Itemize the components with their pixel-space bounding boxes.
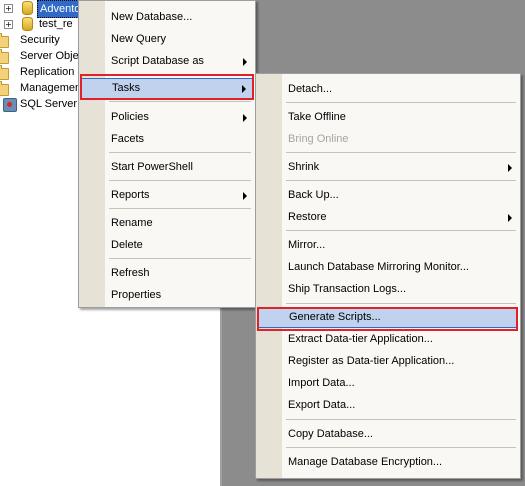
menu-separator bbox=[286, 180, 516, 181]
expand-icon[interactable]: + bbox=[4, 4, 13, 13]
menu-item-refresh[interactable]: Refresh bbox=[81, 263, 253, 284]
menu-item-label: New Query bbox=[111, 33, 167, 45]
menu-item-label: Policies bbox=[111, 111, 149, 123]
folder-icon bbox=[0, 33, 9, 48]
menu-separator bbox=[109, 152, 251, 153]
menu-item-register-data-tier[interactable]: Register as Data-tier Application... bbox=[258, 351, 518, 372]
menu-separator bbox=[286, 230, 516, 231]
menu-item-label: Refresh bbox=[111, 267, 150, 279]
database-icon bbox=[22, 1, 33, 15]
submenu-arrow-icon bbox=[243, 192, 247, 200]
tree-item-label: Server Obje bbox=[20, 50, 79, 62]
menu-item-script-database-as[interactable]: Script Database as bbox=[81, 51, 253, 72]
menu-item-shrink[interactable]: Shrink bbox=[258, 157, 518, 178]
menu-item-label: Extract Data-tier Application... bbox=[288, 333, 433, 345]
menu-separator bbox=[109, 258, 251, 259]
menu-item-reports[interactable]: Reports bbox=[81, 185, 253, 206]
submenu-arrow-icon bbox=[243, 58, 247, 66]
menu-item-label: Launch Database Mirroring Monitor... bbox=[288, 261, 469, 273]
menu-item-bring-online: Bring Online bbox=[258, 129, 518, 150]
menu-item-detach[interactable]: Detach... bbox=[258, 79, 518, 100]
menu-item-label: Restore bbox=[288, 211, 327, 223]
menu-item-manage-encryption[interactable]: Manage Database Encryption... bbox=[258, 452, 518, 473]
folder-icon bbox=[0, 81, 9, 96]
menu-item-tasks[interactable]: Tasks bbox=[81, 78, 253, 99]
menu-separator bbox=[286, 447, 516, 448]
menu-item-extract-data-tier[interactable]: Extract Data-tier Application... bbox=[258, 329, 518, 350]
menu-item-new-query[interactable]: New Query bbox=[81, 29, 253, 50]
menu-item-label: Ship Transaction Logs... bbox=[288, 283, 407, 295]
menu-item-label: Manage Database Encryption... bbox=[288, 456, 443, 468]
menu-item-label: Detach... bbox=[288, 83, 333, 95]
menu-separator bbox=[286, 102, 516, 103]
folder-icon bbox=[0, 49, 9, 64]
menu-item-label: Shrink bbox=[288, 161, 320, 173]
submenu-arrow-icon bbox=[242, 85, 246, 93]
menu-separator bbox=[286, 419, 516, 420]
menu-item-label: Script Database as bbox=[111, 55, 204, 67]
menu-item-label: Start PowerShell bbox=[111, 161, 193, 173]
menu-item-label: Copy Database... bbox=[288, 428, 373, 440]
menu-item-label: Import Data... bbox=[288, 377, 355, 389]
menu-item-launch-mirroring-monitor[interactable]: Launch Database Mirroring Monitor... bbox=[258, 257, 518, 278]
database-context-menu: New Database... New Query Script Databas… bbox=[78, 0, 256, 308]
submenu-arrow-icon bbox=[508, 214, 512, 222]
menu-item-label: Tasks bbox=[112, 82, 141, 94]
menu-item-take-offline[interactable]: Take Offline bbox=[258, 107, 518, 128]
menu-item-start-powershell[interactable]: Start PowerShell bbox=[81, 157, 253, 178]
tree-item-label: Security bbox=[20, 34, 60, 46]
menu-item-generate-scripts[interactable]: Generate Scripts... bbox=[258, 307, 518, 328]
menu-item-back-up[interactable]: Back Up... bbox=[258, 185, 518, 206]
menu-item-new-database[interactable]: New Database... bbox=[81, 7, 253, 28]
menu-item-label: Export Data... bbox=[288, 399, 356, 411]
menu-item-restore[interactable]: Restore bbox=[258, 207, 518, 228]
menu-item-properties[interactable]: Properties bbox=[81, 285, 253, 306]
menu-item-label: Generate Scripts... bbox=[289, 311, 381, 323]
expand-icon[interactable]: + bbox=[4, 20, 13, 29]
tree-item-label: SQL Server bbox=[20, 98, 78, 110]
menu-item-label: Take Offline bbox=[288, 111, 346, 123]
menu-item-label: Rename bbox=[111, 217, 153, 229]
menu-item-label: Facets bbox=[111, 133, 145, 145]
tree-item-label: Managemen bbox=[20, 82, 82, 94]
submenu-arrow-icon bbox=[243, 114, 247, 122]
menu-item-copy-database[interactable]: Copy Database... bbox=[258, 424, 518, 445]
menu-item-import-data[interactable]: Import Data... bbox=[258, 373, 518, 394]
tree-item-label: Replication bbox=[20, 66, 75, 78]
menu-item-ship-transaction-logs[interactable]: Ship Transaction Logs... bbox=[258, 279, 518, 300]
menu-item-rename[interactable]: Rename bbox=[81, 213, 253, 234]
menu-item-policies[interactable]: Policies bbox=[81, 107, 253, 128]
menu-separator bbox=[109, 74, 251, 75]
menu-item-export-data[interactable]: Export Data... bbox=[258, 395, 518, 416]
sql-agent-icon bbox=[3, 98, 17, 112]
tasks-submenu: Detach... Take Offline Bring Online Shri… bbox=[255, 73, 521, 479]
menu-separator bbox=[109, 208, 251, 209]
menu-separator bbox=[286, 303, 516, 304]
menu-item-label: Register as Data-tier Application... bbox=[288, 355, 455, 367]
menu-item-mirror[interactable]: Mirror... bbox=[258, 235, 518, 256]
menu-item-label: Reports bbox=[111, 189, 150, 201]
menu-separator bbox=[286, 152, 516, 153]
database-icon bbox=[22, 17, 33, 31]
tree-item-label: test_re bbox=[39, 18, 73, 30]
menu-item-label: New Database... bbox=[111, 11, 193, 23]
menu-item-label: Delete bbox=[111, 239, 143, 251]
menu-item-label: Mirror... bbox=[288, 239, 326, 251]
submenu-arrow-icon bbox=[508, 164, 512, 172]
menu-separator bbox=[109, 180, 251, 181]
menu-separator bbox=[109, 101, 251, 102]
menu-item-label: Bring Online bbox=[288, 133, 349, 145]
menu-item-label: Back Up... bbox=[288, 189, 339, 201]
menu-item-delete[interactable]: Delete bbox=[81, 235, 253, 256]
menu-item-label: Properties bbox=[111, 289, 162, 301]
menu-item-facets[interactable]: Facets bbox=[81, 129, 253, 150]
folder-icon bbox=[0, 65, 9, 80]
